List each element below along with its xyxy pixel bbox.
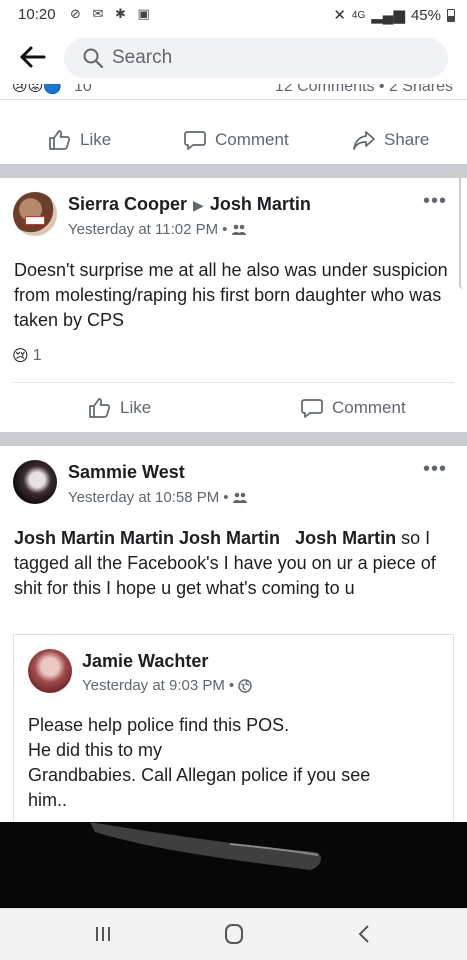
author-name[interactable]: Sammie West — [68, 462, 185, 483]
system-nav-bar — [0, 908, 467, 960]
separator: • — [228, 677, 235, 694]
post-text: Josh Martin Martin Josh Martin Josh Mart… — [14, 526, 456, 601]
back-icon[interactable] — [350, 921, 380, 947]
search-icon — [83, 48, 104, 69]
tagged-user[interactable]: Martin Josh Martin — [120, 528, 280, 548]
text-line: Grandbabies. Call Allegan police if you … — [28, 765, 371, 785]
previous-post-actions: Like Comment Share — [0, 116, 467, 164]
avatar[interactable] — [28, 649, 72, 693]
post-text: Doesn't surprise me at all he also was u… — [14, 260, 448, 330]
share-icon — [353, 131, 375, 150]
reaction-summary[interactable]: 😢 1 — [12, 346, 42, 366]
separator: • — [222, 221, 228, 238]
post-card: Sierra Cooper ▶ Josh Martin Yesterday at 1… — [0, 178, 467, 432]
share-button[interactable]: Share — [352, 128, 429, 152]
battery-icon — [447, 8, 455, 22]
post-timestamp: Yesterday at 10:58 PM • — [68, 489, 248, 506]
shared-post[interactable]: Jamie Wachter Yesterday at 9:03 PM • Ple… — [13, 634, 454, 824]
globe-icon — [238, 678, 252, 693]
more-options-icon[interactable]: ••• — [423, 458, 447, 481]
comment-icon — [301, 399, 323, 418]
previous-post-meta: 😢😡🔵 10 12 Comments • 2 Shares — [0, 84, 467, 100]
avatar[interactable] — [13, 460, 57, 504]
text-line: him.. — [28, 790, 68, 810]
reaction-count[interactable]: 10 — [74, 84, 92, 96]
search-input[interactable]: Search — [64, 38, 448, 78]
friends-icon — [233, 492, 248, 503]
post-header: Sierra Cooper ▶ Josh Martin — [68, 194, 311, 215]
back-arrow-icon[interactable] — [18, 44, 46, 70]
timestamp-text[interactable]: Yesterday at 10:58 PM — [68, 489, 219, 506]
share-label: Share — [384, 130, 430, 149]
status-right: ✕ 4G ▂▄▆ 45% — [333, 6, 455, 24]
feed-divider — [0, 432, 467, 446]
avatar[interactable] — [13, 192, 57, 236]
top-bar: Search — [0, 30, 467, 84]
comment-button[interactable]: Comment — [183, 128, 289, 152]
mute-icon: ✕ — [333, 7, 346, 24]
target-name[interactable]: Josh Martin — [210, 194, 311, 214]
tagged-user[interactable]: Josh Martin — [14, 528, 115, 548]
sad-reaction-icon: 😢 — [12, 348, 29, 365]
comment-label: Comment — [215, 130, 289, 149]
more-options-icon[interactable]: ••• — [423, 190, 447, 213]
battery-label: 45% — [410, 6, 441, 24]
tagged-user[interactable]: Josh Martin — [295, 528, 396, 548]
post-timestamp: Yesterday at 9:03 PM • — [82, 677, 252, 694]
text-line: Please help police find this POS. — [28, 715, 290, 735]
author-name[interactable]: Sierra Cooper — [68, 194, 187, 214]
thumbs-up-icon — [49, 130, 71, 150]
network-label: 4G — [351, 9, 366, 21]
separator: • — [223, 489, 229, 506]
reaction-count: 1 — [32, 347, 42, 364]
status-bar: 10:20 ⊘ ✉ ✱ ▣ ✕ 4G ▂▄▆ 45% — [0, 0, 467, 30]
clock: 10:20 — [18, 6, 56, 23]
notification-icons: ⊘ ✉ ✱ ▣ — [70, 6, 154, 21]
comment-icon — [184, 131, 206, 150]
reaction-icons[interactable]: 😢😡🔵 — [12, 84, 62, 95]
author-name[interactable]: Jamie Wachter — [82, 651, 208, 672]
like-button[interactable]: Like — [88, 396, 151, 420]
comment-button[interactable]: Comment — [300, 396, 406, 420]
home-icon[interactable] — [219, 921, 249, 947]
text-line: He did this to my — [28, 740, 163, 760]
video-frame-image — [90, 822, 322, 870]
signal-icon: ▂▄▆ — [371, 7, 405, 24]
timestamp-text[interactable]: Yesterday at 11:02 PM — [68, 221, 218, 238]
timestamp-text[interactable]: Yesterday at 9:03 PM — [82, 677, 225, 694]
feed-divider — [0, 164, 467, 178]
comment-label: Comment — [332, 398, 406, 417]
friends-icon — [232, 224, 247, 235]
divider-line — [13, 382, 454, 383]
like-label: Like — [80, 130, 112, 149]
comments-shares-count[interactable]: 12 Comments • 2 Shares — [275, 84, 453, 96]
arrow-right-icon: ▶ — [193, 197, 204, 213]
like-label: Like — [120, 398, 152, 417]
thumbs-up-icon — [89, 398, 111, 418]
video-thumbnail[interactable] — [0, 822, 467, 908]
recent-apps-icon[interactable] — [88, 921, 118, 947]
avatar-frame-icon — [25, 216, 45, 225]
scrollbar[interactable] — [459, 170, 467, 290]
search-placeholder: Search — [112, 47, 173, 68]
post-timestamp: Yesterday at 11:02 PM • — [68, 221, 247, 238]
like-button[interactable]: Like — [48, 128, 111, 152]
shared-post-text: Please help police find this POS. He did… — [28, 713, 448, 813]
